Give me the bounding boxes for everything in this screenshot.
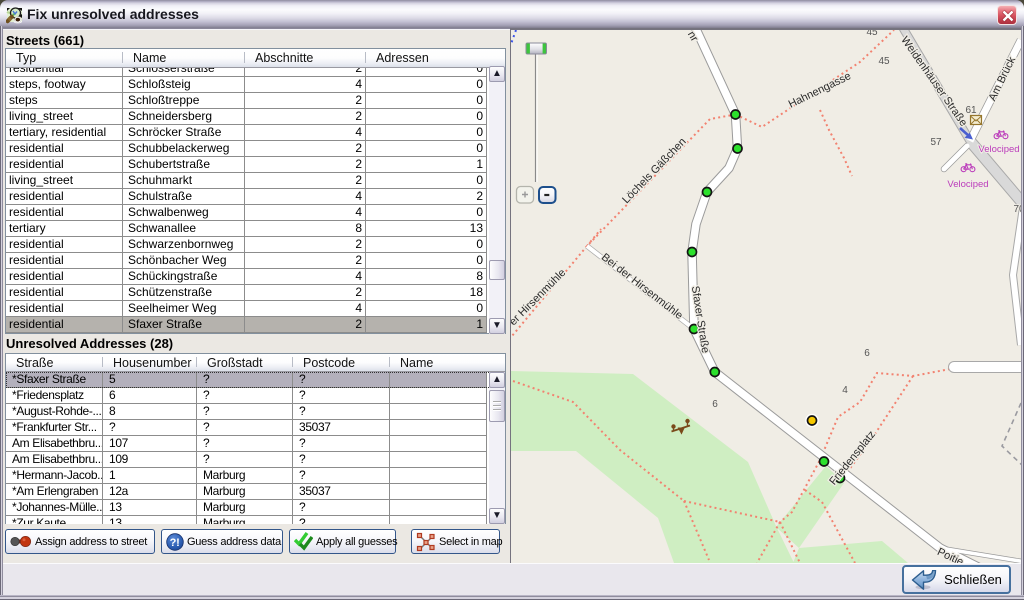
svg-text:45: 45 [878,56,890,67]
svg-text:Velociped: Velociped [978,144,1019,155]
svg-text:6: 6 [864,348,870,359]
svg-text:61: 61 [965,105,977,116]
svg-text:45: 45 [866,30,878,38]
svg-text:?!: ?! [170,537,180,549]
svg-text:4: 4 [842,385,848,396]
svg-text:70: 70 [1013,204,1021,215]
svg-text:6: 6 [712,399,718,410]
svg-text:57: 57 [930,137,942,148]
svg-text:Velociped: Velociped [947,179,988,190]
